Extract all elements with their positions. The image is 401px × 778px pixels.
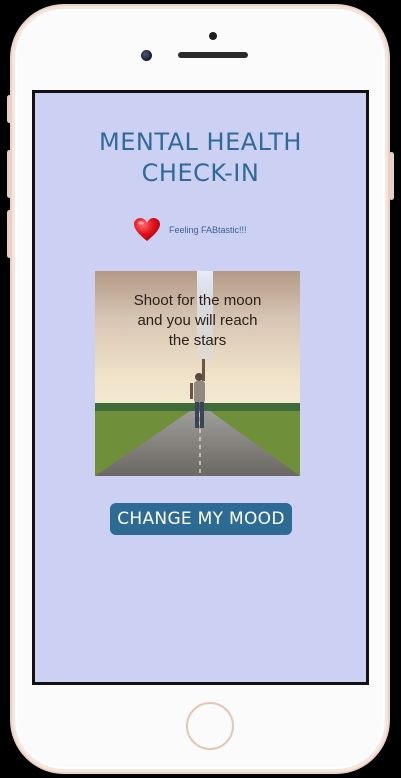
page-title: MENTAL HEALTH CHECK-IN [99,128,302,187]
mood-indicator: Feeling FABtastic!!! [133,217,247,243]
power-button[interactable] [389,152,394,200]
volume-up-button[interactable] [7,150,12,198]
mute-switch[interactable] [7,95,12,123]
change-mood-button[interactable]: CHANGE MY MOOD [110,503,292,535]
motivational-image: Shoot for the moon and you will reach th… [95,271,300,476]
earpiece-speaker [178,52,248,58]
app-screen: MENTAL HEALTH CHECK-IN Feeling FABtastic… [32,90,369,685]
home-button[interactable] [186,702,234,750]
heart-icon [134,218,160,241]
mood-label: Feeling FABtastic!!! [169,225,247,235]
volume-down-button[interactable] [7,210,12,258]
motivational-quote: Shoot for the moon and you will reach th… [133,292,262,349]
proximity-sensor [209,32,217,40]
front-camera-icon [141,50,152,61]
